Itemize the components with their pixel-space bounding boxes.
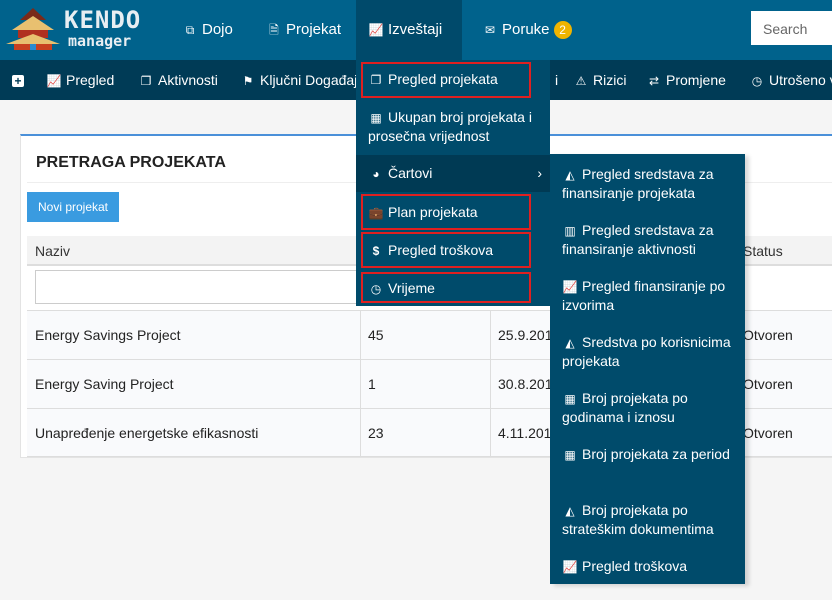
subnav-label: Promjene: [666, 72, 726, 88]
nav-label: Projekat: [286, 21, 342, 38]
column-header-status[interactable]: Status: [743, 243, 783, 259]
kendo-manager-logo[interactable]: KENDO manager: [6, 6, 156, 54]
column-header-naziv[interactable]: Naziv: [35, 243, 70, 259]
pie-chart-icon: ◕: [372, 167, 380, 181]
highlight-box: [361, 272, 531, 303]
cell-date: 25.9.201: [498, 327, 553, 343]
cell-number: 23: [368, 425, 384, 441]
calculator-icon: ▦: [370, 111, 382, 125]
files-icon: ❐: [140, 74, 152, 88]
plus-icon: +: [12, 75, 24, 87]
nav-label: Dojo: [202, 21, 233, 38]
message-count-badge: 2: [553, 21, 572, 39]
cell-naziv: Energy Saving Project: [35, 376, 174, 392]
nav-dojo[interactable]: ⧉ Dojo: [170, 0, 245, 60]
menu-item-cartovi[interactable]: ◕ Čartovi ›: [356, 155, 550, 192]
subnav-label: i: [555, 72, 559, 88]
submenu-item[interactable]: 📈 Pregled troškova: [562, 557, 740, 576]
subnav-hidden-item[interactable]: i: [555, 60, 558, 100]
panel-title: PRETRAGA PROJEKATA: [36, 154, 226, 171]
calculator-icon: ▦: [564, 392, 576, 406]
flag-icon: ⚑: [242, 74, 254, 88]
nav-projekat[interactable]: 🗎 Projekat: [254, 0, 353, 60]
cell-status: Otvoren: [743, 376, 793, 392]
area-chart-icon: ◭: [565, 168, 575, 182]
document-icon: 🗎: [269, 23, 279, 37]
submenu-label: Pregled sredstava za finansiranje projek…: [562, 166, 714, 201]
submenu-item[interactable]: ◭ Pregled sredstava za finansiranje proje…: [562, 165, 740, 202]
chevron-right-icon: ›: [537, 165, 542, 181]
subnav-utroseno[interactable]: ◷ Utrošeno v: [749, 60, 832, 100]
menu-label: Čartovi: [388, 165, 433, 181]
subnav-label: Utrošeno v: [769, 72, 832, 88]
highlight-box: [361, 62, 531, 98]
cell-naziv: Energy Savings Project: [35, 327, 181, 343]
logo-subtext: manager: [68, 32, 132, 50]
pagoda-icon: [6, 8, 60, 50]
logo-text: KENDO: [64, 6, 142, 34]
menu-item-ukupan-broj[interactable]: ▦ Ukupan broj projekata i prosečna vrijed…: [356, 108, 550, 145]
cell-status: Otvoren: [743, 425, 793, 441]
nav-poruke[interactable]: ✉ Poruke 2: [470, 0, 584, 60]
nav-label: Izveštaji: [388, 21, 443, 38]
submenu-label: Broj projekata po strateškim dokumentima: [562, 502, 714, 537]
copy-icon: ⧉: [185, 23, 195, 37]
cartovi-submenu: ◭ Pregled sredstava za finansiranje proje…: [550, 154, 745, 584]
area-chart-icon: ◭: [565, 504, 575, 518]
line-chart-icon: 📈: [368, 23, 384, 37]
subnav-rizici[interactable]: ⚠ Rizici: [573, 60, 627, 100]
add-button[interactable]: +: [12, 60, 28, 100]
submenu-label: Sredstva po korisnicima projekata: [562, 334, 731, 369]
submenu-item[interactable]: ▦ Broj projekata po godinama i iznosu: [562, 389, 740, 426]
search-input[interactable]: Search: [751, 11, 832, 45]
calendar-icon: ▦: [564, 448, 576, 462]
clock-icon: ◷: [751, 74, 763, 88]
submenu-item[interactable]: ◭ Broj projekata po strateškim dokumentim…: [562, 501, 740, 538]
subnav-label: Pregled: [66, 72, 115, 88]
naziv-filter-input[interactable]: [35, 270, 365, 304]
cell-number: 45: [368, 327, 384, 343]
submenu-label: Pregled troškova: [582, 558, 688, 574]
subnav-label: Aktivnosti: [158, 72, 218, 88]
new-project-button[interactable]: Novi projekat: [27, 192, 119, 222]
top-navbar: KENDO manager ⧉ Dojo 🗎 Projekat 📈 Izveštaji…: [0, 0, 832, 60]
subnav-label: Rizici: [593, 72, 627, 88]
menu-label: Ukupan broj projekata i prosečna vrijedn…: [368, 109, 532, 144]
cell-date: 30.8.201: [498, 376, 553, 392]
submenu-item[interactable]: ▦ Broj projekata za period: [562, 445, 740, 464]
subnav-label: Ključni Događaj: [260, 72, 358, 88]
subnav-kljucni-dogadjaj[interactable]: ⚑ Ključni Događaj: [240, 60, 358, 100]
submenu-label: Broj projekata po godinama i iznosu: [562, 390, 688, 425]
subnav-pregled[interactable]: 📈 Pregled: [46, 60, 115, 100]
submenu-label: Pregled sredstava za finansiranje aktivn…: [562, 222, 714, 257]
submenu-item[interactable]: ▥ Pregled sredstava za finansiranje aktiv…: [562, 221, 740, 258]
submenu-item[interactable]: ◭ Sredstva po korisnicima projekata: [562, 333, 740, 370]
submenu-label: Broj projekata za period: [582, 446, 730, 462]
cell-naziv: Unapređenje energetske efikasnosti: [35, 425, 259, 441]
warning-icon: ⚠: [575, 74, 587, 88]
submenu-item[interactable]: 📈 Pregled finansiranje po izvorima: [562, 277, 740, 314]
highlight-box: [361, 232, 531, 268]
envelope-icon: ✉: [484, 23, 496, 37]
nav-label: Poruke: [502, 21, 550, 38]
bar-chart-icon: ▥: [564, 224, 576, 238]
cell-number: 1: [368, 376, 376, 392]
subnav-aktivnosti[interactable]: ❐ Aktivnosti: [138, 60, 218, 100]
line-chart-icon: 📈: [562, 560, 578, 574]
nav-izvestaji[interactable]: 📈 Izveštaji: [356, 0, 462, 60]
area-chart-icon: ◭: [565, 336, 575, 350]
line-chart-icon: 📈: [46, 74, 62, 88]
subnav-promjene[interactable]: ⇄ Promjene: [646, 60, 726, 100]
cell-date: 4.11.201: [498, 425, 552, 441]
line-chart-icon: 📈: [562, 280, 578, 294]
highlight-box: [361, 194, 531, 230]
submenu-label: Pregled finansiranje po izvorima: [562, 278, 726, 313]
cell-status: Otvoren: [743, 327, 793, 343]
exchange-icon: ⇄: [648, 74, 660, 88]
